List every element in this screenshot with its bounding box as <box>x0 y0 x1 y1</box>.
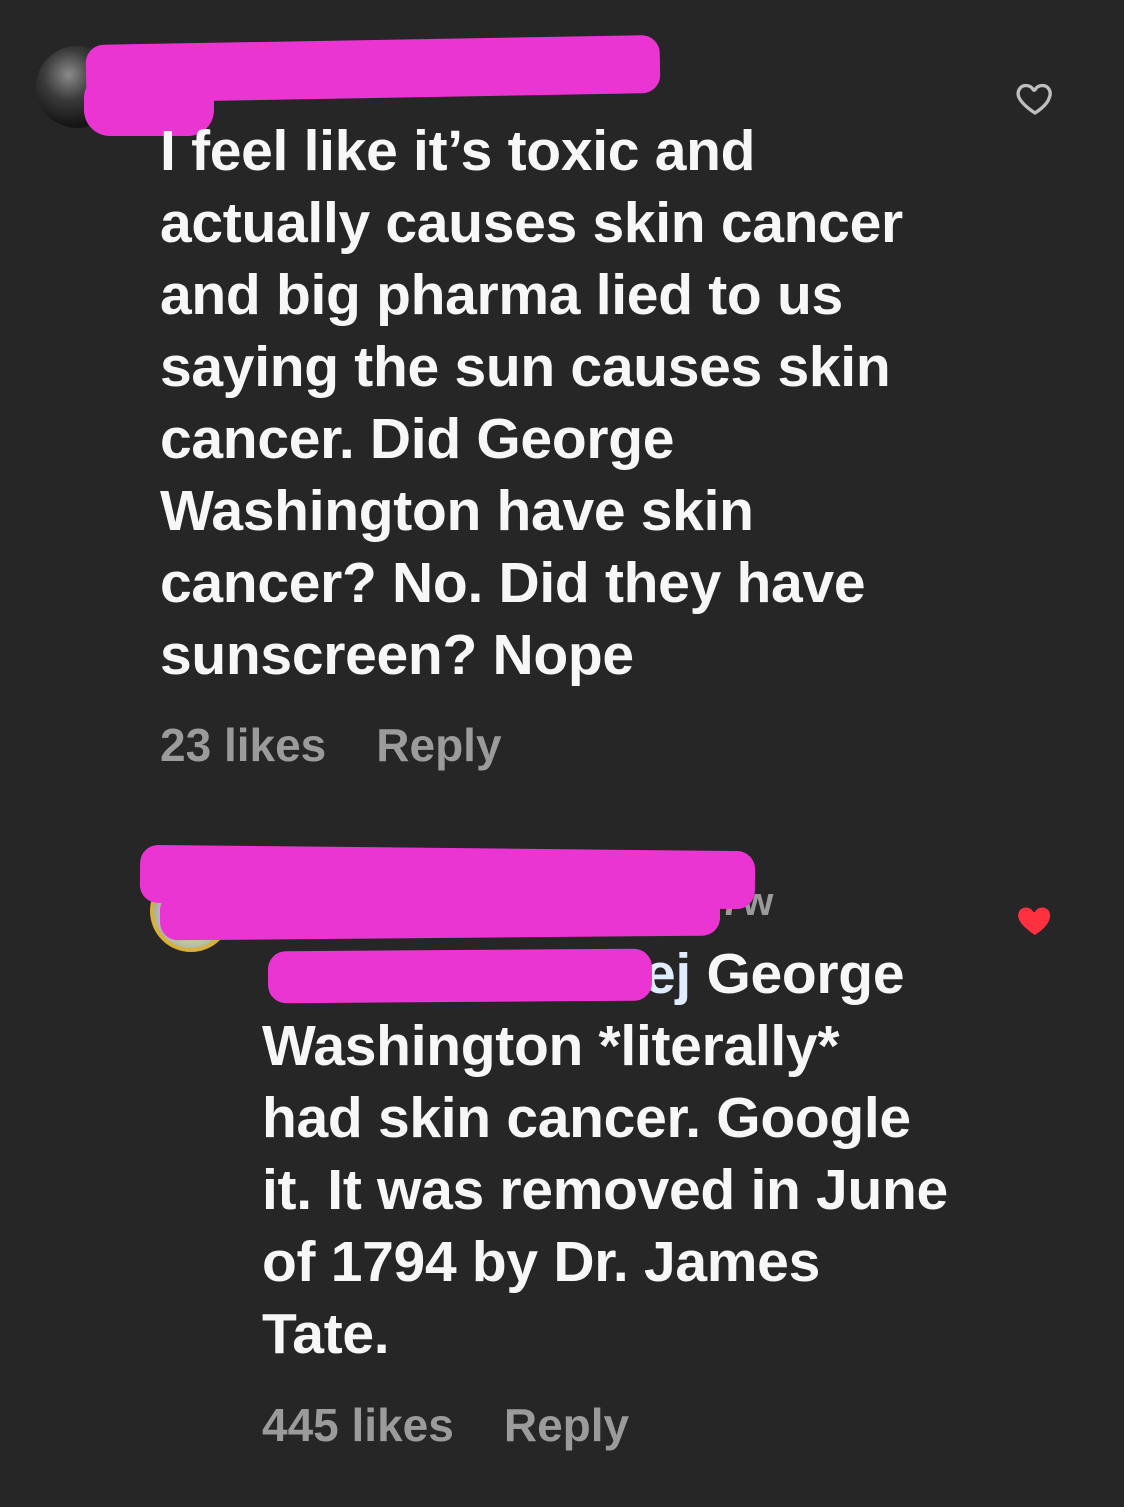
heart-outline-icon[interactable] <box>1015 78 1055 118</box>
reply-button[interactable]: Reply <box>376 719 501 771</box>
reply-text: ej George Washington *literally* had ski… <box>262 938 1042 1370</box>
heart-filled-icon[interactable] <box>1015 900 1055 940</box>
likes-count[interactable]: 23 likes <box>160 719 326 771</box>
reply-button[interactable]: Reply <box>504 1399 629 1451</box>
redacted-mention <box>267 948 653 1004</box>
comment-meta: 23 likes Reply <box>160 718 552 772</box>
comment-text: I feel like it’s toxic and actually caus… <box>160 119 903 687</box>
redacted-username-overlap <box>159 887 721 941</box>
likes-count[interactable]: 445 likes <box>262 1399 454 1451</box>
comment-meta: 445 likes Reply <box>262 1398 679 1452</box>
